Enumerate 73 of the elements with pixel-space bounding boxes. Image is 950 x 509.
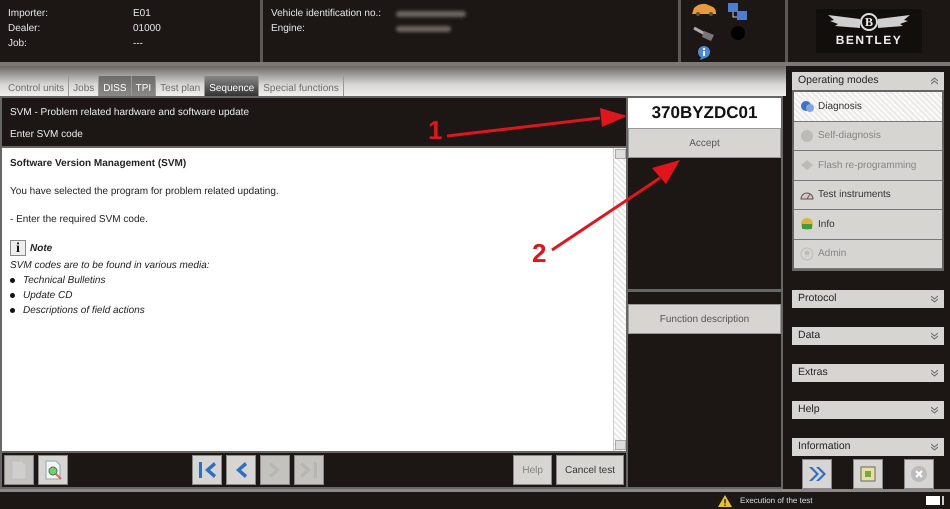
wing-icon	[828, 15, 860, 29]
field-label: Dealer:	[8, 22, 42, 36]
panel-header[interactable]: Protocol	[792, 290, 944, 308]
panel-title: Help	[798, 402, 820, 418]
previous-button[interactable]	[226, 455, 256, 486]
forward-button[interactable]	[802, 458, 832, 489]
note-icon: i	[10, 240, 26, 256]
status-message: Execution of the test	[740, 494, 812, 507]
panel-header[interactable]: Extras	[792, 364, 944, 382]
bullet-icon	[10, 293, 15, 298]
field-label: Vehicle identification no.:	[271, 7, 382, 21]
content-heading: Software Version Management (SVM)	[10, 157, 188, 171]
car-icon	[691, 2, 717, 16]
frame-button[interactable]	[852, 458, 883, 489]
first-button[interactable]	[192, 455, 222, 486]
paragraph: - Enter the required SVM code.	[10, 213, 149, 227]
tab[interactable]: TPI	[132, 76, 156, 96]
scrollbar[interactable]	[613, 148, 626, 452]
step-label: Enter SVM code	[10, 128, 83, 142]
panel-title: Operating modes	[798, 73, 879, 88]
info-icon	[800, 217, 814, 232]
expand-icon[interactable]	[931, 332, 938, 340]
network-icon	[727, 2, 749, 22]
field-label: Importer:	[8, 7, 50, 21]
blurred-value	[396, 26, 451, 32]
blurred-value	[396, 10, 466, 16]
diagnosis-icon	[800, 99, 814, 114]
bullet-icon	[10, 278, 15, 283]
code-field[interactable]: 370BYZDC01	[628, 98, 781, 128]
program-title: SVM - Problem related hardware and software update	[10, 106, 250, 120]
cancel-test-button[interactable]: Cancel test	[556, 455, 624, 486]
window-icon	[926, 496, 946, 506]
status-dot-icon	[731, 26, 745, 40]
panel-title: Extras	[798, 365, 828, 380]
bullet-icon	[10, 308, 15, 313]
function-description-button[interactable]: Function description	[628, 304, 781, 334]
expand-icon[interactable]	[931, 369, 938, 377]
flash-icon	[800, 158, 814, 172]
tab[interactable]: DISS	[99, 76, 132, 96]
document-search-button[interactable]	[38, 455, 68, 486]
panel-title: Data	[798, 328, 820, 344]
list-item: Descriptions of field actions	[23, 304, 145, 318]
collapse-icon[interactable]	[931, 77, 938, 85]
field-label: Job:	[8, 37, 28, 51]
paragraph: You have selected the program for problem related updating.	[10, 185, 280, 199]
panel-header[interactable]: Data	[792, 327, 944, 345]
warning-icon	[718, 494, 732, 507]
panel-header[interactable]: Information	[792, 438, 944, 456]
panel-header[interactable]: Help	[792, 401, 944, 419]
expand-icon[interactable]	[931, 406, 938, 414]
expand-icon[interactable]	[931, 443, 938, 451]
note-title: Note	[30, 242, 52, 256]
field-value: 01000	[133, 22, 161, 36]
admin-icon	[800, 246, 814, 261]
panel-title: Information	[798, 439, 851, 454]
wing-icon	[878, 15, 910, 29]
list-item: Update CD	[23, 289, 72, 303]
field-value: ---	[133, 37, 143, 51]
list-item: Technical Bulletins	[23, 274, 106, 288]
logo-text: BENTLEY	[836, 32, 902, 49]
tab[interactable]: Sequence	[205, 76, 260, 96]
annotation-number: 2	[532, 240, 546, 266]
panel-title: Protocol	[798, 291, 837, 306]
accept-button[interactable]: Accept	[628, 128, 781, 158]
note-text: SVM codes are to be found in various media:	[10, 259, 211, 273]
operating-mode-item[interactable]: Diagnosis	[794, 92, 942, 122]
self-icon	[800, 128, 814, 143]
field-label: Engine:	[271, 22, 306, 36]
key-icon	[692, 26, 716, 42]
field-value: E01	[133, 7, 151, 21]
annotation-number: 1	[428, 117, 442, 143]
info-icon	[697, 46, 711, 60]
expand-icon[interactable]	[931, 295, 938, 303]
